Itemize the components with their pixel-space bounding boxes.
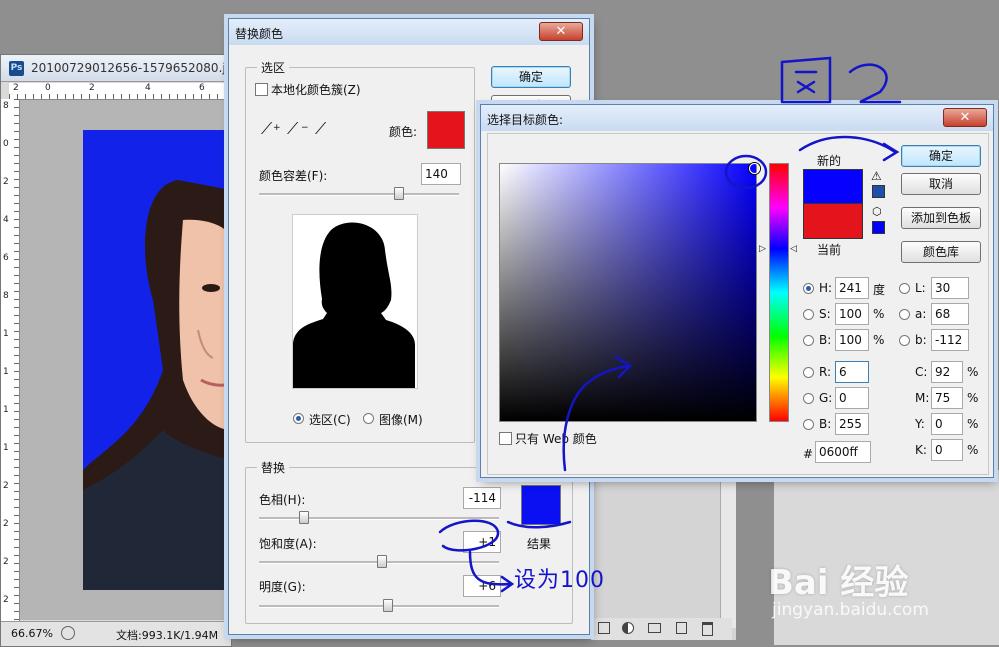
figure-glyph-strokes xyxy=(780,56,832,104)
arrow-to-color xyxy=(562,364,630,472)
arrow-to-ok-head xyxy=(882,142,900,162)
figure-number-strokes xyxy=(848,63,902,104)
watermark-url: jingyan.baidu.com xyxy=(772,600,929,620)
annotation-overlay xyxy=(438,56,902,593)
underline-result xyxy=(506,520,572,529)
saturation-highlight-circle xyxy=(438,519,500,552)
cursor-highlight-circle xyxy=(724,154,768,190)
baidu-watermark: Bai 经验 xyxy=(768,563,909,603)
figure-label: 图 2 xyxy=(780,44,782,45)
arrow-to-ok xyxy=(798,135,897,154)
set-to-100-note: 设为100 xyxy=(514,568,605,593)
